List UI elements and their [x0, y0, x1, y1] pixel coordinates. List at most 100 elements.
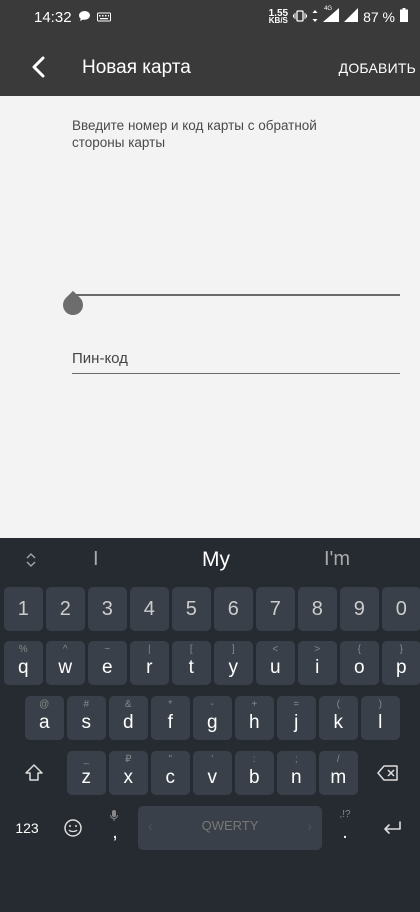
key-symbol-hint: /: [336, 754, 340, 765]
chevron-right-icon: ›: [307, 818, 312, 834]
key-b[interactable]: :b: [235, 751, 274, 795]
key-7[interactable]: 7: [256, 587, 295, 631]
key-label: m: [330, 767, 347, 788]
key-x[interactable]: ₽ x: [109, 751, 148, 795]
status-time: 14:32: [34, 9, 72, 26]
key-n[interactable]: ; n: [277, 751, 316, 795]
comma-key[interactable]: ,: [96, 806, 134, 850]
key-9[interactable]: 9: [340, 587, 379, 631]
key-label: f: [167, 712, 173, 733]
key-label: l: [378, 712, 383, 733]
key-t[interactable]: [t: [172, 641, 211, 685]
key-symbol-hint: -: [210, 699, 214, 710]
key-label: q: [17, 657, 29, 678]
key-symbol-hint: |: [147, 644, 151, 655]
key-symbol-hint: ^: [62, 644, 68, 655]
key-symbol-hint: ): [378, 699, 382, 710]
key-label: k: [333, 712, 344, 733]
form-hint: Введите номер и код карты с обратной сто…: [72, 118, 317, 150]
signal-4g-icon: 4G: [323, 6, 340, 25]
key-f[interactable]: * f: [151, 696, 190, 740]
key-m[interactable]: / m: [319, 751, 358, 795]
card-number-input[interactable]: [72, 294, 400, 296]
enter-key[interactable]: [368, 806, 416, 850]
key-0[interactable]: 0: [382, 587, 420, 631]
key-l[interactable]: ) l: [361, 696, 400, 740]
key-3[interactable]: 3: [88, 587, 127, 631]
status-bar: 14:32 1.55 KB/S 4G 87 %: [0, 0, 420, 36]
key-label: c: [165, 767, 176, 788]
backspace-key[interactable]: [360, 751, 416, 795]
emoji-key[interactable]: [50, 806, 96, 850]
key-symbol-hint: }: [399, 644, 403, 655]
key-z[interactable]: _ z: [67, 751, 106, 795]
key-label: z: [81, 767, 92, 788]
key-h[interactable]: + h: [235, 696, 274, 740]
suggestion-bar: I My I'm: [0, 538, 420, 584]
key-6[interactable]: 6: [214, 587, 253, 631]
period-key[interactable]: ,!?.: [326, 806, 364, 850]
key-label: s: [81, 712, 92, 733]
key-label: t: [188, 657, 194, 678]
key-u[interactable]: < u: [256, 641, 295, 685]
key-8[interactable]: 8: [298, 587, 337, 631]
key-d[interactable]: & d: [109, 696, 148, 740]
key-g[interactable]: -g: [193, 696, 232, 740]
add-button[interactable]: ДОБАВИТЬ: [339, 60, 416, 76]
key-5[interactable]: 5: [172, 587, 211, 631]
key-label: w: [58, 657, 73, 678]
key-label: 8: [311, 598, 323, 620]
key-label: x: [123, 767, 134, 788]
key-symbol-hint: =: [293, 699, 300, 710]
key-e[interactable]: ~ e: [88, 641, 127, 685]
suggestion-2[interactable]: My: [202, 548, 230, 572]
key-o[interactable]: {o: [340, 641, 379, 685]
shift-key[interactable]: [4, 751, 64, 795]
expand-suggestions-icon[interactable]: [26, 553, 36, 570]
key-label: i: [315, 657, 320, 678]
key-4[interactable]: 4: [130, 587, 169, 631]
key-2[interactable]: 2: [46, 587, 85, 631]
key-p[interactable]: } p: [382, 641, 420, 685]
key-q[interactable]: % q: [4, 641, 43, 685]
key-symbol-hint: +: [251, 699, 258, 710]
key-y[interactable]: ] y: [214, 641, 253, 685]
key-label: b: [248, 767, 260, 788]
key-symbol-hint: [: [189, 644, 193, 655]
key-label: p: [395, 657, 407, 678]
key-label: 0: [395, 598, 407, 620]
key-symbol-hint: (: [336, 699, 340, 710]
key-label: e: [101, 657, 113, 678]
key-r[interactable]: | r: [130, 641, 169, 685]
suggestion-1[interactable]: I: [93, 548, 99, 571]
numbers-mode-key[interactable]: 123: [4, 806, 50, 850]
key-w[interactable]: ^ w: [46, 641, 85, 685]
key-symbol-hint: &: [124, 699, 132, 710]
key-j[interactable]: = j: [277, 696, 316, 740]
key-label: y: [228, 657, 239, 678]
key-symbol-hint: >: [314, 644, 321, 655]
battery-icon: [400, 8, 408, 25]
key-i[interactable]: > i: [298, 641, 337, 685]
key-label: o: [353, 657, 365, 678]
key-label: .: [342, 822, 348, 843]
new-card-form: Введите номер и код карты с обратной сто…: [0, 96, 420, 538]
key-label: h: [248, 712, 260, 733]
key-v[interactable]: ' v: [193, 751, 232, 795]
key-symbol-hint: #: [83, 699, 90, 710]
suggestion-3[interactable]: I'm: [324, 548, 350, 571]
key-1[interactable]: 1: [4, 587, 43, 631]
key-c[interactable]: " c: [151, 751, 190, 795]
page-title: Новая карта: [82, 57, 191, 78]
key-symbol-hint: @: [39, 699, 50, 710]
back-arrow-icon[interactable]: [28, 56, 50, 78]
key-label: n: [290, 767, 302, 788]
key-label: 123: [15, 820, 39, 836]
key-k[interactable]: (k: [319, 696, 358, 740]
space-key[interactable]: QWERTY ‹ ›: [138, 806, 322, 850]
key-label: 7: [269, 598, 281, 620]
pin-code-input[interactable]: Пин-код: [72, 348, 400, 374]
key-s[interactable]: # s: [67, 696, 106, 740]
key-a[interactable]: @ a: [25, 696, 64, 740]
key-symbol-hint: ;: [294, 754, 298, 765]
